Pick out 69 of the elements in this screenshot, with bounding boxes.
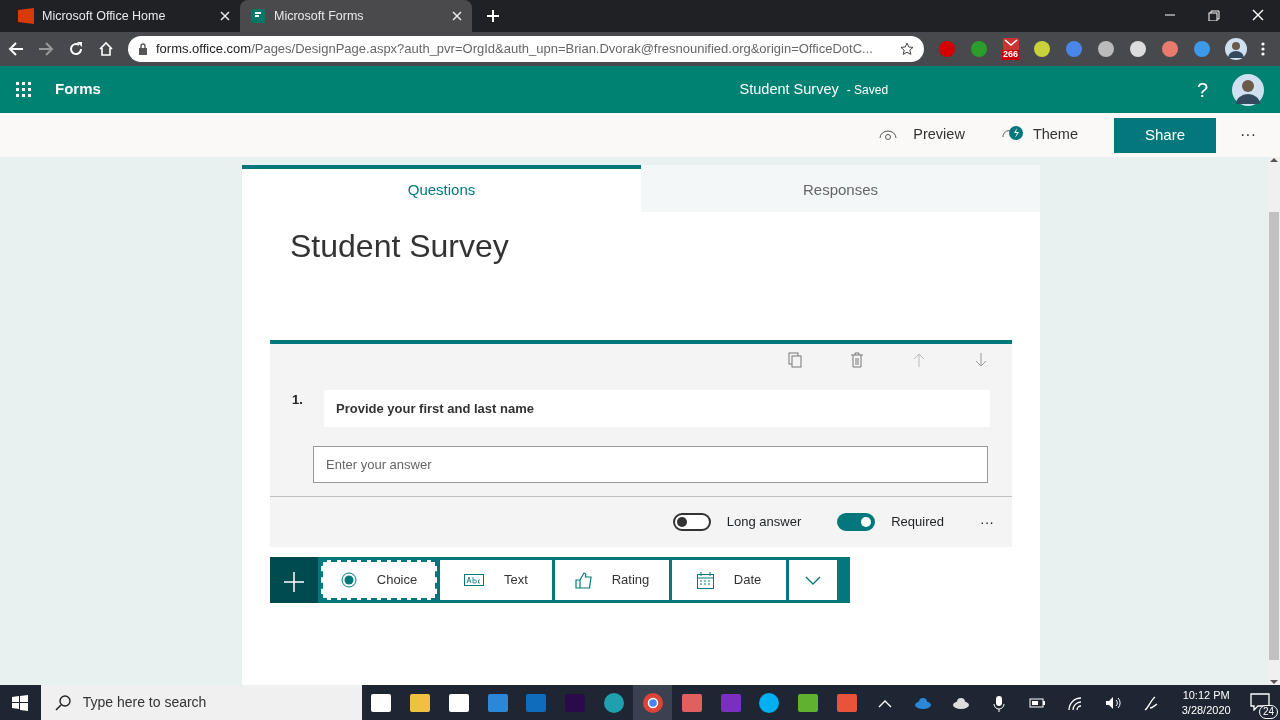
preview-button[interactable]: Preview	[879, 124, 965, 146]
tab-title: Microsoft Forms	[274, 7, 365, 25]
office-logo-icon	[18, 8, 34, 24]
search-field[interactable]: Type here to search	[40, 685, 362, 720]
share-button[interactable]: Share	[1114, 117, 1216, 153]
reload-icon[interactable]	[68, 41, 84, 57]
thumbs-up-icon	[574, 571, 592, 589]
extension-icon[interactable]	[1033, 40, 1052, 58]
search-icon	[54, 694, 71, 711]
clock-date[interactable]: 3/28/2020	[1178, 702, 1234, 718]
forms-logo-icon	[250, 8, 266, 24]
add-button[interactable]	[270, 557, 318, 603]
radio-icon	[340, 572, 357, 588]
close-icon[interactable]	[220, 11, 230, 21]
help-button[interactable]: ?	[1196, 74, 1208, 105]
browser-tab[interactable]: Microsoft Office Home	[8, 0, 240, 32]
question-number: 1.	[292, 391, 304, 409]
new-tab-icon[interactable]	[486, 9, 500, 23]
calendar-icon	[696, 571, 714, 589]
forward-icon	[38, 41, 54, 57]
extension-badge: 266	[1002, 50, 1020, 60]
question-type-button[interactable]: Rating	[555, 560, 669, 600]
theme-button[interactable]: Theme	[1000, 124, 1078, 146]
extension-icon[interactable]	[1129, 40, 1148, 58]
save-status: - Saved	[846, 81, 889, 99]
eye-icon	[879, 129, 898, 141]
text-field-icon	[464, 574, 485, 586]
tab-title: Microsoft Office Home	[42, 7, 167, 25]
trash-icon[interactable]	[850, 352, 864, 368]
question-type-button[interactable]: Choice	[321, 560, 437, 600]
toggle-label: Long answer	[726, 513, 802, 532]
clock-time[interactable]: 10:12 PM	[1178, 687, 1234, 703]
chevron-down-icon	[805, 575, 821, 585]
form-name: Student Survey	[739, 79, 839, 99]
app-name[interactable]: Forms	[55, 78, 101, 101]
form-title[interactable]: Student Survey	[242, 212, 1040, 340]
question-type-button[interactable]: Text	[440, 560, 552, 600]
toggle-label: Required	[891, 513, 944, 532]
plus-icon	[284, 572, 304, 593]
windows-start-icon[interactable]	[12, 694, 29, 711]
question-card[interactable]: 1. Provide your first and last name Enter your answer Long answer Required ···	[270, 340, 1012, 547]
extension-icon[interactable]	[1097, 40, 1116, 58]
toggle-switch[interactable]	[837, 513, 876, 531]
app-launcher-icon[interactable]	[16, 82, 31, 97]
more-button[interactable]: ···	[1240, 123, 1256, 147]
form-tab[interactable]: Responses	[641, 165, 1040, 212]
question-type-button[interactable]: Date	[672, 560, 786, 600]
restore-icon[interactable]	[1207, 9, 1221, 21]
home-icon[interactable]	[98, 41, 114, 57]
up-arrow-icon	[912, 352, 926, 368]
chrome-icon[interactable]	[641, 691, 664, 714]
avatar-icon[interactable]	[1225, 38, 1248, 60]
back-icon[interactable]	[8, 41, 24, 57]
toggle-switch[interactable]	[672, 513, 711, 531]
answer-field[interactable]: Enter your answer	[313, 446, 988, 483]
extension-icon[interactable]	[1002, 38, 1019, 51]
lock-icon	[138, 43, 148, 55]
more-button[interactable]: ···	[980, 511, 994, 533]
browser-tab[interactable]: Microsoft Forms	[240, 0, 472, 32]
question-text[interactable]: Provide your first and last name	[324, 390, 990, 427]
scrollbar-thumb[interactable]	[1269, 212, 1279, 660]
avatar-icon[interactable]	[1232, 73, 1264, 106]
close-icon[interactable]	[452, 11, 462, 21]
address-field[interactable]: forms.office.com/Pages/DesignPage.aspx?auth_pvr=OrgId&auth_upn=Brian.Dvorak@fresnounified.org&origin=OfficeDotC...	[128, 36, 924, 62]
copy-icon[interactable]	[788, 352, 802, 368]
menu-icon[interactable]	[1261, 41, 1266, 57]
down-arrow-icon[interactable]	[974, 352, 988, 368]
star-icon[interactable]	[900, 42, 914, 56]
notification-count: 24	[1258, 704, 1279, 719]
